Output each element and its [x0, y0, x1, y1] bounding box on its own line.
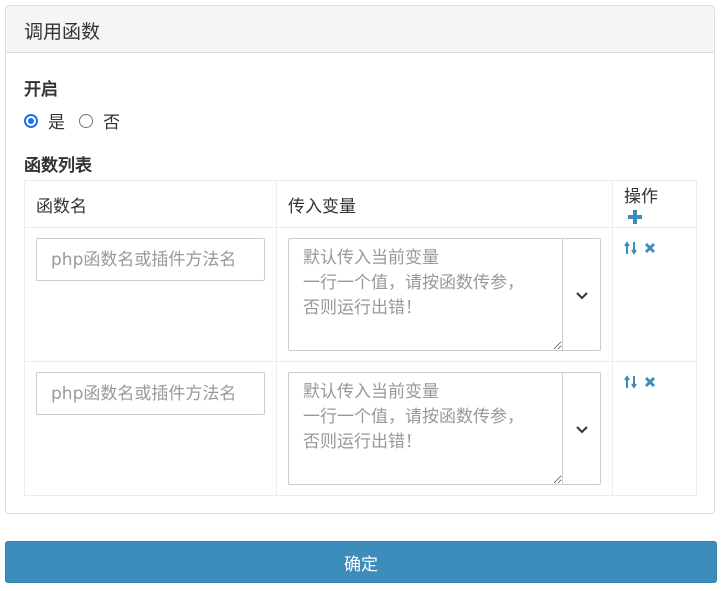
enable-no-label: 否 — [103, 113, 120, 133]
plus-icon[interactable] — [628, 209, 642, 224]
vars-dropdown-button[interactable] — [563, 372, 601, 485]
table-row — [24, 227, 697, 362]
chevron-down-icon — [575, 419, 588, 439]
vars-cell — [276, 361, 613, 496]
ops-cell — [612, 227, 697, 362]
header-function-name: 函数名 — [24, 180, 277, 228]
vars-textarea[interactable] — [288, 238, 563, 351]
header-ops-label: 操作 — [624, 186, 658, 207]
row-ops — [624, 372, 685, 389]
panel-title: 调用函数 — [6, 6, 714, 53]
function-name-input[interactable] — [36, 238, 265, 281]
vars-textarea[interactable] — [288, 372, 563, 485]
chevron-down-icon — [575, 285, 588, 305]
enable-radio-group: 是 否 — [24, 108, 134, 133]
enable-yes-label: 是 — [48, 113, 65, 133]
header-ops: 操作 — [612, 180, 697, 228]
enable-label: 开启 — [24, 80, 58, 100]
ops-cell — [612, 361, 697, 496]
function-name-cell — [24, 361, 277, 496]
vars-cell — [276, 227, 613, 362]
table-header-row: 函数名 传入变量 操作 — [24, 180, 697, 228]
radio-checked-indicator[interactable] — [24, 113, 38, 128]
table-row — [24, 361, 697, 496]
header-vars: 传入变量 — [276, 180, 613, 228]
function-list-label: 函数列表 — [24, 156, 92, 176]
sort-icon[interactable] — [624, 241, 638, 255]
vars-input-group — [288, 372, 601, 485]
enable-no-radio[interactable]: 否 — [79, 108, 120, 133]
function-name-cell — [24, 227, 277, 362]
sort-icon[interactable] — [624, 375, 638, 389]
submit-button[interactable]: 确定 — [5, 541, 717, 583]
function-table: 函数名 传入变量 操作 — [24, 180, 697, 496]
enable-yes-radio[interactable]: 是 — [24, 108, 65, 133]
vars-dropdown-button[interactable] — [563, 238, 601, 351]
radio-unchecked-indicator[interactable] — [79, 113, 93, 128]
function-name-input[interactable] — [36, 372, 265, 415]
remove-icon[interactable] — [644, 242, 656, 254]
vars-input-group — [288, 238, 601, 351]
row-ops — [624, 238, 685, 255]
remove-icon[interactable] — [644, 376, 656, 388]
